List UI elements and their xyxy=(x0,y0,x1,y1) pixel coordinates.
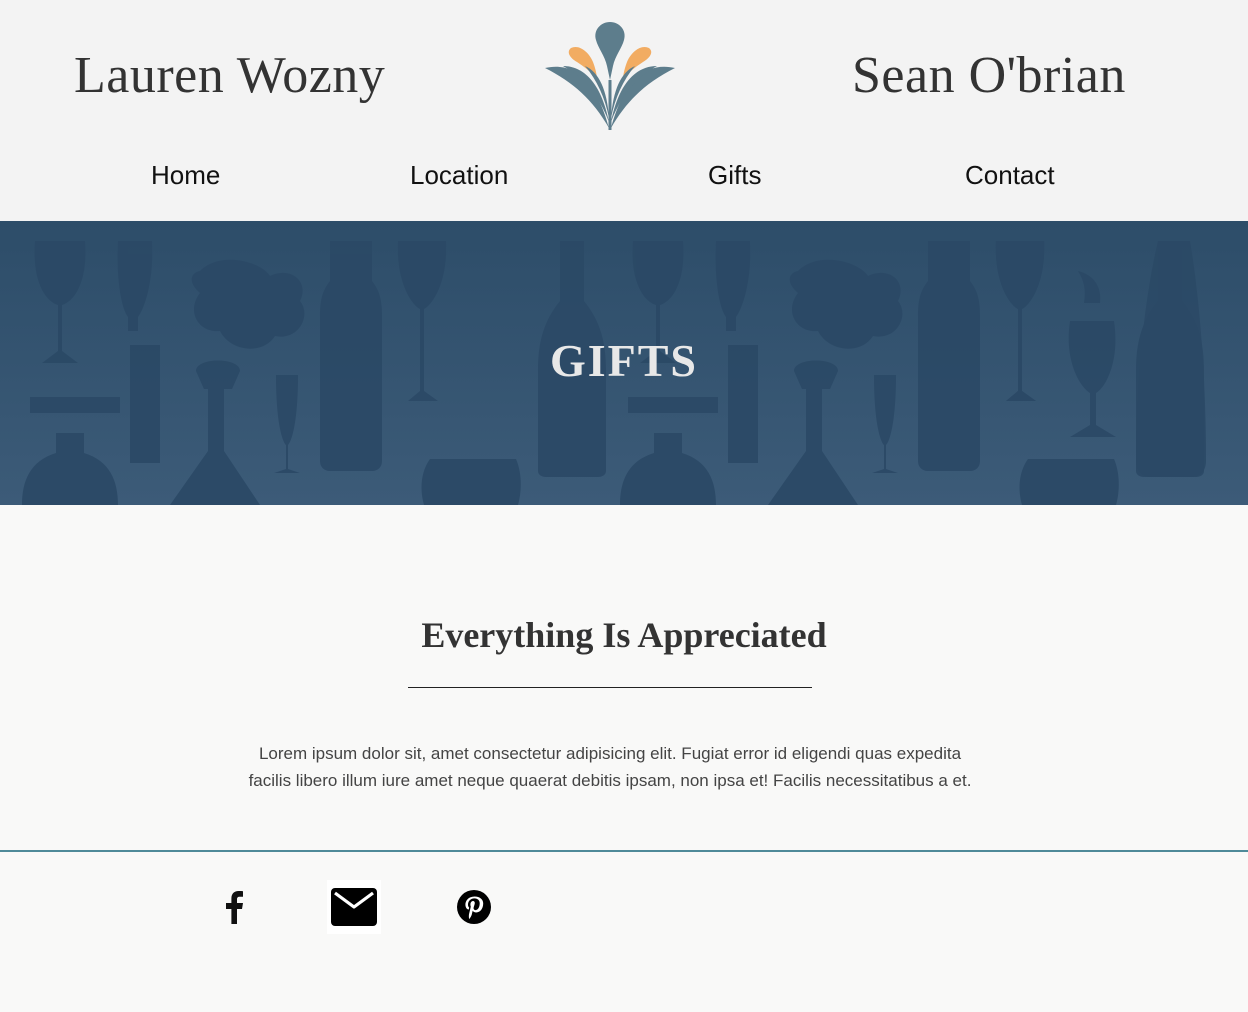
nav-home[interactable]: Home xyxy=(151,160,220,191)
intro-paragraph-line-2: facilis libero illum iure amet neque qua… xyxy=(248,771,972,790)
pinterest-link[interactable] xyxy=(447,880,501,934)
facebook-link[interactable] xyxy=(207,880,261,934)
section-heading: Everything Is Appreciated xyxy=(421,615,827,655)
nav-contact[interactable]: Contact xyxy=(965,160,1055,191)
footer-divider xyxy=(0,850,1248,852)
mail-icon xyxy=(331,888,377,926)
email-link[interactable] xyxy=(327,880,381,934)
site-header: Lauren Wozny Sean O'brian Home Location … xyxy=(0,0,1248,221)
page-hero-title: GIFTS xyxy=(549,335,699,386)
main-nav: Home Location Gifts Contact xyxy=(0,160,1248,200)
facebook-icon xyxy=(226,891,243,924)
pinterest-icon xyxy=(457,890,491,924)
bride-name: Lauren Wozny xyxy=(74,47,386,104)
groom-name: Sean O'brian xyxy=(852,47,1126,104)
nav-gifts[interactable]: Gifts xyxy=(708,160,761,191)
intro-paragraph: Lorem ipsum dolor sit, amet consectetur … xyxy=(200,740,1020,794)
nav-location[interactable]: Location xyxy=(410,160,508,191)
botanical-splash-logo-icon xyxy=(545,22,675,130)
heading-divider xyxy=(408,687,812,688)
intro-paragraph-line-1: Lorem ipsum dolor sit, amet consectetur … xyxy=(258,744,962,763)
